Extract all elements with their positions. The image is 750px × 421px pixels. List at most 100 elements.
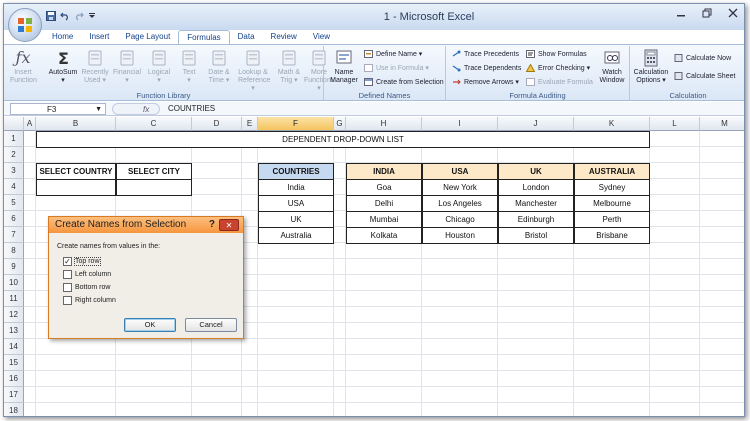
row-header[interactable]: 15 xyxy=(4,355,24,371)
checkbox-box[interactable] xyxy=(63,270,72,279)
insert-function-button[interactable]: ƒx Insert Function xyxy=(10,49,37,85)
row-header[interactable]: 1 xyxy=(4,131,24,147)
row-header[interactable]: 2 xyxy=(4,147,24,163)
column-header[interactable]: E xyxy=(242,117,258,131)
calculate-now-button[interactable]: Calculate Now xyxy=(674,54,731,62)
row-header[interactable]: 13 xyxy=(4,323,24,339)
column-header[interactable]: B xyxy=(36,117,116,131)
column-header[interactable]: I xyxy=(422,117,498,131)
bottom-row-checkbox[interactable]: Bottom row xyxy=(63,283,110,292)
row-header[interactable]: 14 xyxy=(4,339,24,355)
text-button[interactable]: Text ▾ xyxy=(174,49,204,85)
checkbox-box[interactable] xyxy=(63,283,72,292)
use-in-formula-button[interactable]: Use in Formula ▾ xyxy=(364,64,429,72)
tab-data[interactable]: Data xyxy=(230,30,263,44)
remove-arrows-button[interactable]: Remove Arrows ▾ xyxy=(452,78,519,86)
create-from-selection-button[interactable]: Create from Selection xyxy=(364,78,444,86)
autosum-button[interactable]: Σ AutoSum ▾ xyxy=(48,49,78,85)
financial-button[interactable]: Financial ▾ xyxy=(112,49,142,85)
calculation-options-button[interactable]: Calculation Options ▾ xyxy=(632,49,670,85)
show-formulas-button[interactable]: Show Formulas xyxy=(526,50,587,58)
name-box[interactable]: F3 ▼ xyxy=(10,103,106,115)
city-cell[interactable]: Mumbai xyxy=(346,211,422,228)
left-column-checkbox[interactable]: Left column xyxy=(63,270,111,279)
select-city-cell[interactable] xyxy=(116,179,192,196)
select-all-corner[interactable] xyxy=(4,117,24,131)
city-cell[interactable]: Kolkata xyxy=(346,227,422,244)
name-manager-button[interactable]: Name Manager xyxy=(328,49,360,85)
row-header[interactable]: 17 xyxy=(4,387,24,403)
country-cell[interactable]: USA xyxy=(258,195,334,212)
column-header[interactable]: D xyxy=(192,117,242,131)
ok-button[interactable]: OK xyxy=(124,318,176,332)
row-header[interactable]: 9 xyxy=(4,259,24,275)
top-row-checkbox[interactable]: ✓ Top row xyxy=(63,257,101,266)
row-header[interactable]: 3 xyxy=(4,163,24,179)
select-country-cell[interactable] xyxy=(36,179,116,196)
help-icon[interactable]: ? xyxy=(209,219,215,230)
country-cell[interactable]: India xyxy=(258,179,334,196)
date-time-button[interactable]: Date & Time ▾ xyxy=(204,49,234,85)
column-header[interactable]: F xyxy=(258,117,334,131)
row-header[interactable]: 16 xyxy=(4,371,24,387)
row-header[interactable]: 18 xyxy=(4,403,24,416)
column-header[interactable]: K xyxy=(574,117,650,131)
column-header[interactable]: G xyxy=(334,117,346,131)
city-cell[interactable]: Goa xyxy=(346,179,422,196)
math-trig-button[interactable]: Math & Trig ▾ xyxy=(274,49,304,85)
column-header[interactable]: A xyxy=(24,117,36,131)
logical-button[interactable]: Logical ▾ xyxy=(144,49,174,85)
define-name-button[interactable]: Define Name ▾ xyxy=(364,50,422,58)
row-header[interactable]: 6 xyxy=(4,211,24,227)
country-cell[interactable]: UK xyxy=(258,211,334,228)
column-header[interactable]: C xyxy=(116,117,192,131)
row-header[interactable]: 7 xyxy=(4,227,24,243)
city-cell[interactable]: Manchester xyxy=(498,195,574,212)
calculate-sheet-button[interactable]: Calculate Sheet xyxy=(674,72,735,80)
tab-page-layout[interactable]: Page Layout xyxy=(117,30,178,44)
city-cell[interactable]: Brisbane xyxy=(574,227,650,244)
evaluate-formula-button[interactable]: Evaluate Formula xyxy=(526,78,593,86)
column-header[interactable]: L xyxy=(650,117,700,131)
city-cell[interactable]: Melbourne xyxy=(574,195,650,212)
close-window-icon[interactable] xyxy=(728,8,738,21)
watch-window-button[interactable]: Watch Window xyxy=(596,49,628,85)
trace-dependents-button[interactable]: Trace Dependents xyxy=(452,64,521,72)
lookup-reference-button[interactable]: Lookup & Reference ▾ xyxy=(238,49,270,93)
office-button[interactable] xyxy=(8,8,42,42)
city-cell[interactable]: Bristol xyxy=(498,227,574,244)
column-header[interactable]: M xyxy=(700,117,744,131)
country-cell[interactable]: Australia xyxy=(258,227,334,244)
city-cell[interactable]: Los Angeles xyxy=(422,195,498,212)
column-header[interactable]: H xyxy=(346,117,422,131)
row-header[interactable]: 12 xyxy=(4,307,24,323)
row-header[interactable]: 11 xyxy=(4,291,24,307)
trace-precedents-button[interactable]: Trace Precedents xyxy=(452,50,519,58)
restore-icon[interactable] xyxy=(702,8,712,21)
row-header[interactable]: 8 xyxy=(4,243,24,259)
error-checking-button[interactable]: Error Checking ▾ xyxy=(526,64,590,72)
recently-used-button[interactable]: Recently Used ▾ xyxy=(80,49,110,85)
close-icon[interactable]: ✕ xyxy=(219,219,239,231)
tab-view[interactable]: View xyxy=(305,30,338,44)
checkbox-box[interactable] xyxy=(63,296,72,305)
formula-input[interactable]: COUNTRIES xyxy=(168,104,215,114)
row-header[interactable]: 4 xyxy=(4,179,24,195)
cancel-button[interactable]: Cancel xyxy=(185,318,237,332)
city-cell[interactable]: Houston xyxy=(422,227,498,244)
tab-formulas[interactable]: Formulas xyxy=(178,30,230,44)
countries-header[interactable]: COUNTRIES xyxy=(258,163,334,180)
row-header[interactable]: 5 xyxy=(4,195,24,211)
tab-insert[interactable]: Insert xyxy=(81,30,117,44)
city-cell[interactable]: Edinburgh xyxy=(498,211,574,228)
insert-function-fx-button[interactable]: fx xyxy=(112,103,160,115)
chevron-down-icon[interactable]: ▼ xyxy=(95,104,102,115)
tab-review[interactable]: Review xyxy=(263,30,305,44)
city-cell[interactable]: London xyxy=(498,179,574,196)
city-cell[interactable]: New York xyxy=(422,179,498,196)
checkbox-box[interactable]: ✓ xyxy=(63,257,72,266)
city-cell[interactable]: Sydney xyxy=(574,179,650,196)
minimize-icon[interactable] xyxy=(676,8,686,21)
city-cell[interactable]: Delhi xyxy=(346,195,422,212)
city-cell[interactable]: Perth xyxy=(574,211,650,228)
